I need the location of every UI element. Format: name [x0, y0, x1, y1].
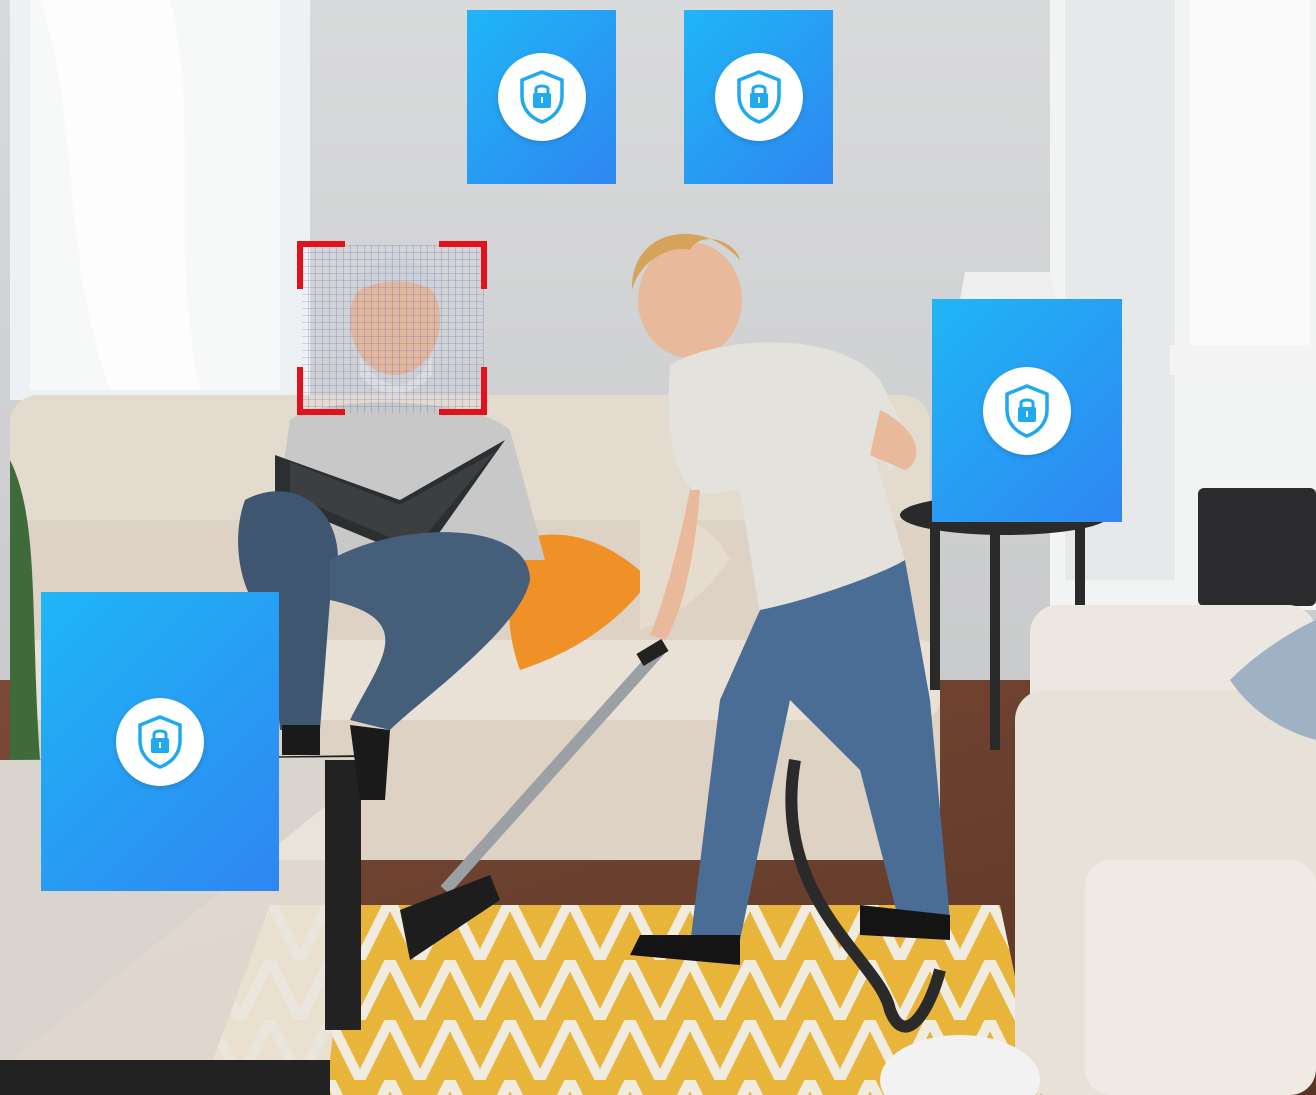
face-scan-frame — [297, 241, 487, 415]
living-room-scene — [0, 0, 1316, 1095]
privacy-card-bottom-left — [41, 592, 279, 891]
privacy-badge — [714, 53, 803, 141]
privacy-card-top-right — [684, 10, 833, 184]
privacy-card-right — [932, 299, 1122, 522]
shield-lock-icon — [138, 714, 182, 769]
living-room-photo — [0, 0, 1316, 1095]
privacy-card-top-left — [467, 10, 616, 184]
shield-lock-icon — [736, 70, 781, 124]
privacy-badge — [497, 53, 586, 141]
shield-lock-icon — [519, 70, 564, 124]
shield-lock-icon — [1005, 383, 1049, 438]
privacy-badge — [983, 366, 1071, 455]
privacy-badge — [116, 697, 204, 786]
